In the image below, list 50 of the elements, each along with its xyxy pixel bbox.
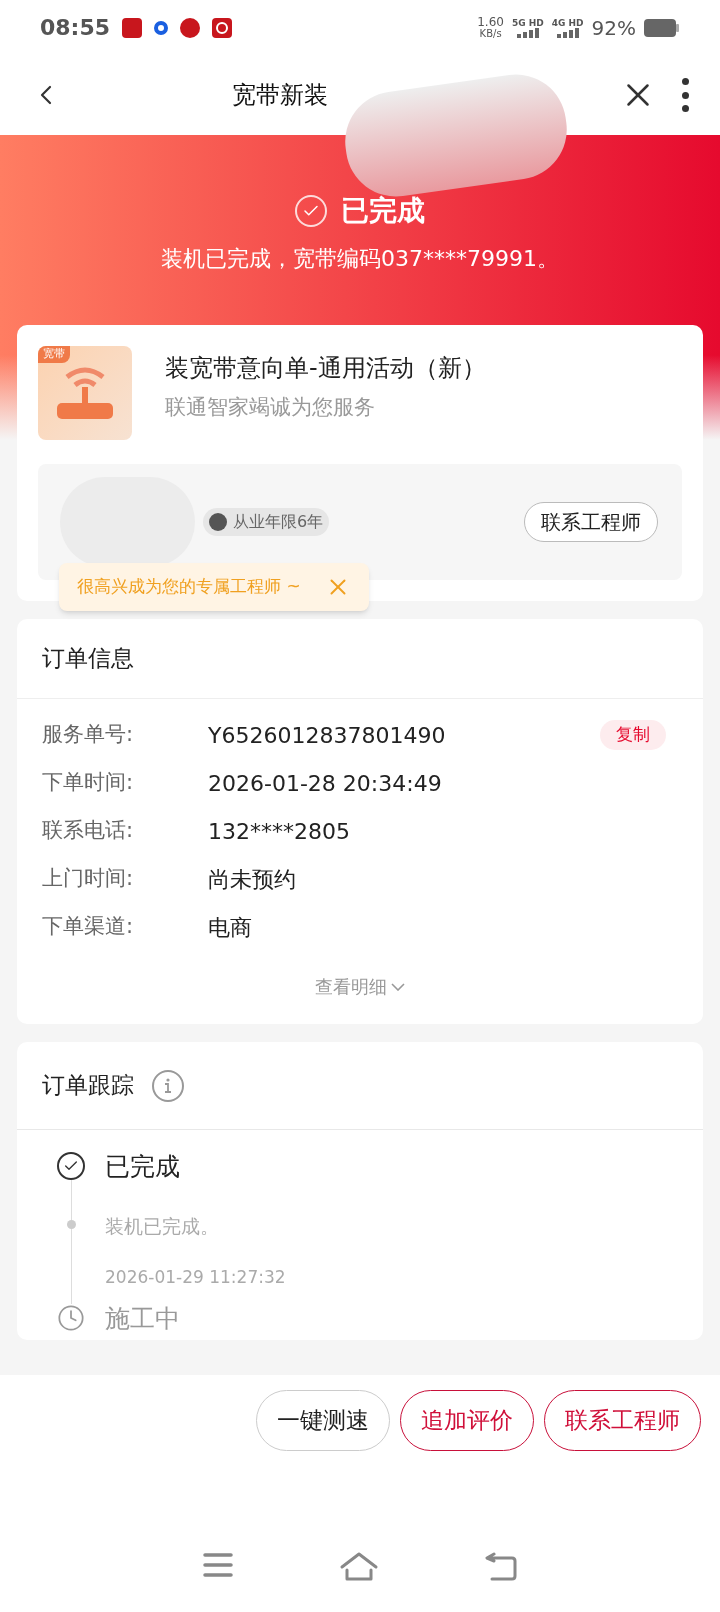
step-title: 已完成 — [105, 1152, 181, 1182]
home-icon[interactable] — [339, 1552, 379, 1582]
field-label: 上门时间: — [42, 865, 135, 893]
step-note: 装机已完成。 — [105, 1214, 220, 1239]
category-badge: 宽带 — [38, 346, 70, 363]
clock-icon — [57, 1304, 85, 1332]
field-label: 联系电话: — [42, 817, 135, 845]
field-label: 下单渠道: — [42, 913, 135, 941]
info-icon — [152, 1069, 184, 1102]
app-notification-icon — [180, 17, 201, 38]
status-message: 装机已完成，宽带编码037****79991。 — [160, 245, 560, 273]
field-value: 电商 — [208, 913, 252, 942]
field-value: 尚未预约 — [208, 865, 296, 894]
app-notification-icon — [212, 17, 233, 38]
clock-time: 08:55 — [40, 14, 111, 42]
field-value: Y6526012837801490 — [208, 721, 446, 750]
signal-icon — [554, 27, 581, 38]
chevron-down-icon — [391, 982, 405, 991]
network-type: 5G HD — [511, 17, 544, 28]
field-value: 132****2805 — [208, 817, 350, 846]
view-details-link[interactable]: 查看明细 — [315, 973, 405, 1000]
field-label: 下单时间: — [42, 769, 135, 797]
tooltip-text: 很高兴成为您的专属工程师 ~ — [77, 575, 301, 599]
more-button[interactable] — [680, 78, 690, 112]
step-title: 施工中 — [105, 1304, 180, 1334]
battery-icon — [644, 18, 680, 37]
section-title: 订单跟踪 — [42, 1071, 134, 1101]
battery-percent: 92% — [591, 14, 636, 42]
experience-years: 从业年限6年 — [233, 511, 324, 533]
contact-engineer-button[interactable]: 联系工程师 — [524, 502, 658, 542]
field-value: 2026-01-28 20:34:49 — [208, 769, 442, 798]
section-title: 订单信息 — [42, 644, 134, 674]
signal-icon — [514, 27, 541, 38]
action-button[interactable]: 追加评价 — [400, 1390, 534, 1451]
product-name: 装宽带意向单-通用活动（新） — [165, 353, 486, 384]
copy-button[interactable]: 复制 — [600, 720, 666, 750]
product-slogan: 联通智家竭诚为您服务 — [165, 394, 376, 421]
order-status: 已完成 — [341, 193, 425, 229]
network-speed: 1.60 — [477, 16, 504, 28]
network-speed-unit: KB/s — [479, 27, 502, 39]
router-icon — [55, 365, 115, 421]
app-notification-icon — [122, 17, 143, 38]
menu-icon[interactable] — [202, 1552, 235, 1578]
network-type: 4G HD — [551, 17, 584, 28]
field-label: 服务单号: — [42, 721, 135, 749]
page-title: 宽带新装 — [232, 80, 328, 111]
step-time: 2026-01-29 11:27:32 — [105, 1265, 286, 1289]
action-button[interactable]: 一键测速 — [256, 1390, 390, 1451]
app-notification-icon — [154, 20, 169, 35]
action-button[interactable]: 联系工程师 — [544, 1390, 701, 1451]
